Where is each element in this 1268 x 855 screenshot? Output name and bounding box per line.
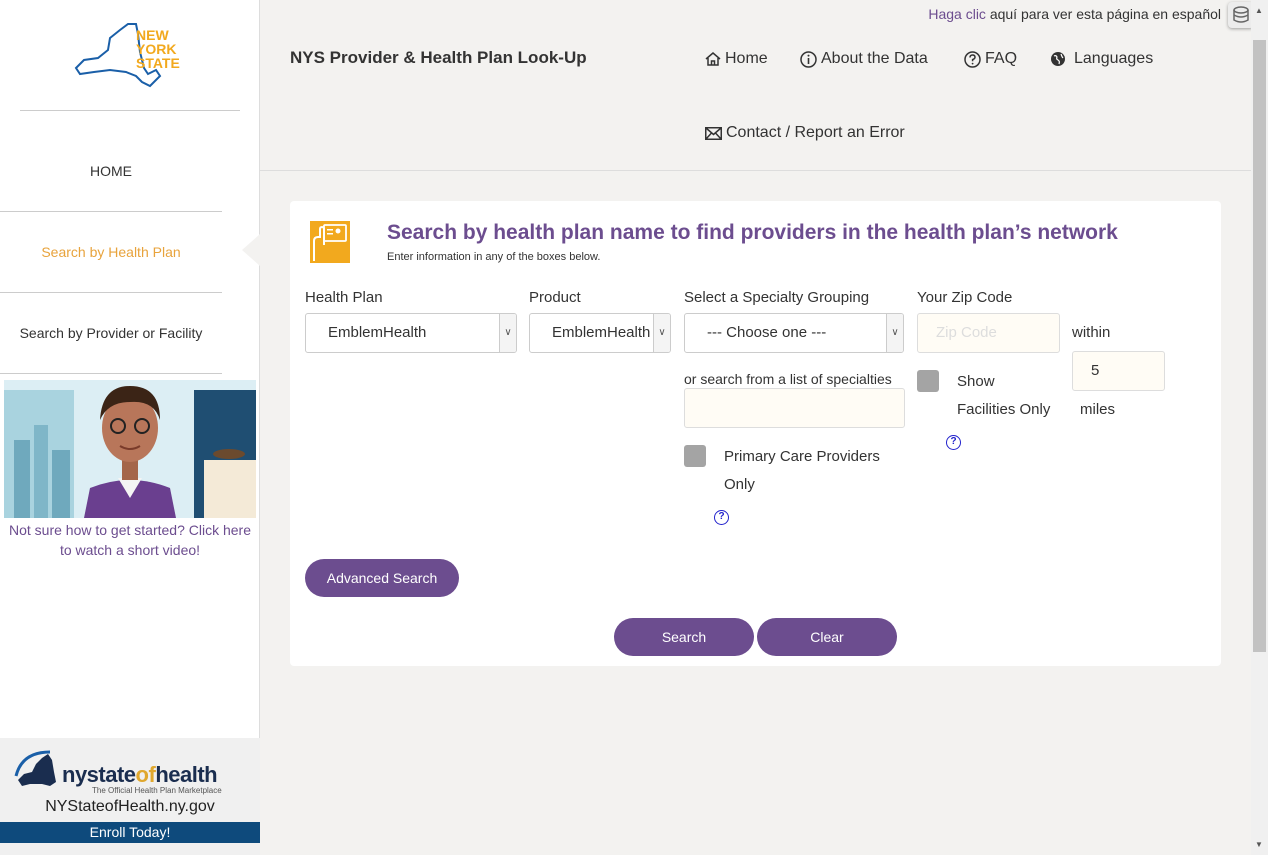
scroll-down-icon[interactable]: ▼ bbox=[1255, 840, 1263, 849]
chevron-down-icon: ∨ bbox=[499, 314, 516, 352]
primary-care-checkbox[interactable] bbox=[684, 445, 706, 467]
nysoh-brand-part: nystate bbox=[62, 762, 136, 787]
nav-home-label: Home bbox=[725, 50, 768, 67]
enroll-today-button[interactable]: Enroll Today! bbox=[0, 822, 260, 843]
specialty-grouping-select[interactable]: --- Choose one --- ∨ bbox=[684, 313, 904, 353]
sidebar-item-label: Search by Provider or Facility bbox=[19, 325, 203, 341]
miles-label: miles bbox=[1080, 401, 1116, 418]
search-card: Search by health plan name to find provi… bbox=[290, 201, 1221, 666]
app-title: NYS Provider & Health Plan Look-Up bbox=[290, 48, 587, 67]
specialty-grouping-value: --- Choose one --- bbox=[707, 324, 827, 341]
scrollbar-thumb[interactable] bbox=[1253, 40, 1266, 652]
chevron-down-icon: ∨ bbox=[653, 314, 670, 352]
advanced-search-button[interactable]: Advanced Search bbox=[305, 559, 459, 597]
nav-contact-label: Contact / Report an Error bbox=[726, 124, 905, 141]
nav-languages[interactable]: Languages bbox=[1050, 50, 1153, 68]
primary-care-label-line1: Primary Care Providers bbox=[724, 448, 880, 465]
scrollbar[interactable]: ▲ ▼ bbox=[1251, 0, 1268, 855]
nysoh-banner[interactable]: nystateofhealth The Official Health Plan… bbox=[0, 738, 260, 855]
clear-button[interactable]: Clear bbox=[757, 618, 897, 656]
nav-about-data[interactable]: About the Data bbox=[800, 50, 928, 68]
spanish-link-text[interactable]: Haga clic bbox=[928, 6, 986, 22]
home-icon bbox=[705, 52, 721, 66]
specialty-search-input[interactable] bbox=[684, 388, 905, 428]
ny-state-logo[interactable]: NEW YORK STATE bbox=[74, 20, 189, 90]
nav-contact[interactable]: Contact / Report an Error bbox=[705, 124, 905, 142]
video-thumbnail[interactable] bbox=[4, 380, 256, 518]
sidebar-item-search-by-provider[interactable]: Search by Provider or Facility bbox=[0, 293, 222, 374]
nysoh-brand-text: nystateofhealth bbox=[62, 762, 218, 788]
health-plan-value: EmblemHealth bbox=[328, 324, 427, 341]
page-title: Search by health plan name to find provi… bbox=[387, 221, 1118, 244]
help-icon[interactable]: ? bbox=[946, 435, 961, 450]
nav-about-label: About the Data bbox=[821, 50, 928, 67]
header-divider bbox=[260, 170, 1252, 171]
sidebar-item-search-by-health-plan[interactable]: Search by Health Plan bbox=[0, 212, 222, 293]
envelope-icon bbox=[705, 126, 722, 140]
within-label: within bbox=[1072, 324, 1111, 341]
logo-line-3: STATE bbox=[136, 55, 180, 71]
scroll-up-icon[interactable]: ▲ bbox=[1255, 6, 1263, 15]
nav-faq-label: FAQ bbox=[985, 50, 1018, 67]
health-plan-label: Health Plan bbox=[305, 289, 383, 306]
facilities-only-label-line2: Facilities Only bbox=[957, 401, 1051, 418]
nav-languages-label: Languages bbox=[1074, 50, 1154, 67]
product-value: EmblemHealth bbox=[552, 324, 651, 341]
nav-home[interactable]: Home bbox=[705, 50, 768, 68]
facilities-only-checkbox[interactable] bbox=[917, 370, 939, 392]
sidebar: NEW YORK STATE HOME Search by Health Pla… bbox=[0, 0, 260, 855]
video-illustration bbox=[4, 380, 256, 518]
sidebar-divider bbox=[20, 110, 240, 111]
nysoh-brand-part: of bbox=[135, 762, 156, 787]
primary-care-label-line2: Only bbox=[724, 476, 755, 493]
sidebar-item-label: HOME bbox=[90, 163, 132, 179]
product-select[interactable]: EmblemHealth ∨ bbox=[529, 313, 671, 353]
sidebar-item-label: Search by Health Plan bbox=[41, 244, 181, 260]
product-label: Product bbox=[529, 289, 581, 306]
zip-code-label: Your Zip Code bbox=[917, 289, 1013, 306]
video-caption-link[interactable]: Not sure how to get started? Click here … bbox=[4, 520, 256, 560]
facilities-only-label-line1: Show bbox=[957, 373, 995, 390]
nysoh-logo-icon bbox=[14, 750, 56, 786]
page-subtitle: Enter information in any of the boxes be… bbox=[387, 251, 601, 263]
nav-faq[interactable]: FAQ bbox=[964, 50, 1017, 68]
id-card-icon bbox=[310, 221, 350, 263]
nysoh-url: NYStateofHealth.ny.gov bbox=[45, 798, 215, 815]
spanish-language-link[interactable]: Haga clic aquí para ver esta página en e… bbox=[928, 6, 1221, 22]
nysoh-brand-part: health bbox=[155, 762, 218, 787]
question-icon bbox=[964, 50, 981, 68]
specialty-grouping-label: Select a Specialty Grouping bbox=[684, 289, 870, 306]
spanish-link-rest: aquí para ver esta página en español bbox=[985, 6, 1221, 22]
zip-code-input[interactable]: Zip Code bbox=[917, 313, 1060, 353]
miles-input[interactable]: 5 bbox=[1072, 351, 1165, 391]
search-button[interactable]: Search bbox=[614, 618, 754, 656]
globe-icon bbox=[1051, 52, 1065, 66]
health-plan-select[interactable]: EmblemHealth ∨ bbox=[305, 313, 517, 353]
sidebar-item-home[interactable]: HOME bbox=[0, 132, 222, 212]
nysoh-tagline: The Official Health Plan Marketplace bbox=[92, 786, 222, 795]
help-icon[interactable]: ? bbox=[714, 510, 729, 525]
info-icon bbox=[800, 50, 817, 68]
specialty-list-label: or search from a list of specialties bbox=[684, 371, 892, 387]
active-item-pointer bbox=[242, 234, 260, 266]
chevron-down-icon: ∨ bbox=[886, 314, 903, 352]
